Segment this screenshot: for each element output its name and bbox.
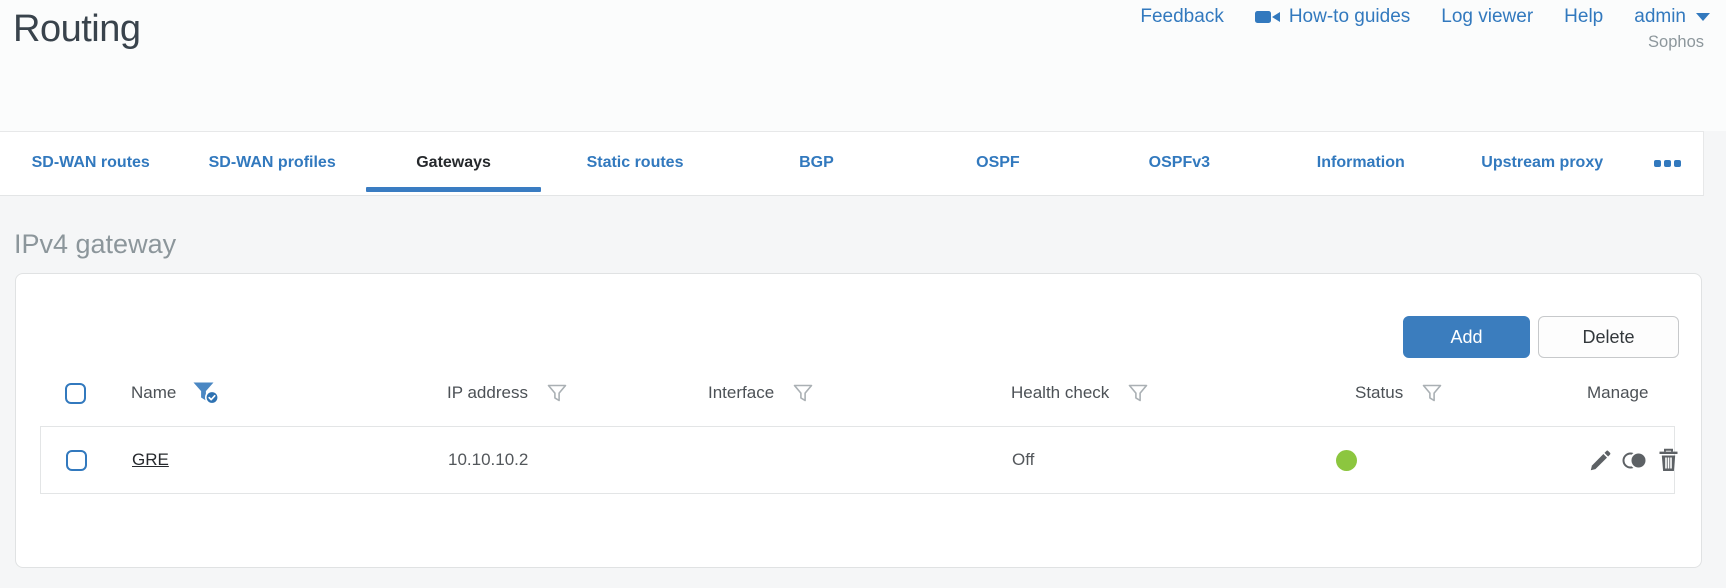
header-cell-select <box>40 382 116 404</box>
page-title: Routing <box>13 8 141 50</box>
header-cell-health-check: Health check <box>1011 383 1316 404</box>
cell-health-check: Off <box>1012 450 1035 469</box>
trash-icon[interactable] <box>1658 448 1679 473</box>
routing-page: Routing Feedback How-to guides Log viewe… <box>0 0 1726 588</box>
cell-name: GRE <box>117 450 448 470</box>
tab-information[interactable]: Information <box>1270 132 1451 195</box>
filter-icon[interactable] <box>546 383 568 404</box>
tab-static-routes[interactable]: Static routes <box>544 132 725 195</box>
tab-gateways[interactable]: Gateways <box>363 132 544 195</box>
tab-ospfv3[interactable]: OSPFv3 <box>1089 132 1270 195</box>
filter-icon[interactable] <box>792 383 814 404</box>
ellipsis-icon <box>1654 160 1682 167</box>
row-select-checkbox[interactable] <box>66 449 87 471</box>
help-link[interactable]: Help <box>1564 6 1603 28</box>
caret-down-icon <box>1696 13 1710 21</box>
header-cell-name: Name <box>116 381 447 405</box>
tab-ospf[interactable]: OSPF <box>907 132 1088 195</box>
cell-select <box>41 449 117 471</box>
header-cell-manage: Manage <box>1587 383 1649 402</box>
filter-applied-icon[interactable] <box>192 381 220 405</box>
tab-sdwan-profiles[interactable]: SD-WAN profiles <box>181 132 362 195</box>
tab-bar: SD-WAN routes SD-WAN profiles Gateways S… <box>0 131 1704 196</box>
log-viewer-link[interactable]: Log viewer <box>1441 6 1533 28</box>
gateway-name-link[interactable]: GRE <box>132 450 169 470</box>
table-header: Name IP address Interface Health check S… <box>40 370 1675 416</box>
select-all-checkbox[interactable] <box>65 382 86 404</box>
cell-status <box>1317 449 1549 471</box>
tab-sdwan-routes[interactable]: SD-WAN routes <box>0 132 181 195</box>
pencil-icon[interactable] <box>1588 448 1613 473</box>
tab-bgp[interactable]: BGP <box>726 132 907 195</box>
more-tabs-button[interactable] <box>1633 132 1703 195</box>
header-cell-ip: IP address <box>447 383 708 404</box>
how-to-guides-link[interactable]: How-to guides <box>1254 6 1410 28</box>
admin-menu[interactable]: admin <box>1634 6 1710 28</box>
top-nav: Feedback How-to guides Log viewer Help a… <box>1140 0 1710 34</box>
status-up-dot <box>1336 449 1357 471</box>
status-toggle-icon[interactable] <box>1622 450 1649 471</box>
section-heading: IPv4 gateway <box>14 229 177 259</box>
cell-ip: 10.10.10.2 <box>448 450 529 469</box>
add-button[interactable]: Add <box>1403 316 1530 358</box>
feedback-link[interactable]: Feedback <box>1140 6 1223 28</box>
video-camera-icon <box>1254 8 1281 26</box>
cell-manage <box>1549 448 1679 473</box>
header-cell-interface: Interface <box>708 383 1011 404</box>
top-header: Routing Feedback How-to guides Log viewe… <box>0 0 1726 131</box>
delete-button[interactable]: Delete <box>1538 316 1679 358</box>
tab-upstream-proxy[interactable]: Upstream proxy <box>1452 132 1633 195</box>
table-toolbar: Add Delete <box>1403 316 1679 358</box>
filter-icon[interactable] <box>1421 383 1443 404</box>
filter-icon[interactable] <box>1127 383 1149 404</box>
header-cell-status: Status <box>1316 383 1548 404</box>
gateway-card: Add Delete Name IP address Interface Hea… <box>15 273 1702 568</box>
table-row: GRE 10.10.10.2 Off <box>40 426 1678 494</box>
brand-label: Sophos <box>1648 33 1704 51</box>
